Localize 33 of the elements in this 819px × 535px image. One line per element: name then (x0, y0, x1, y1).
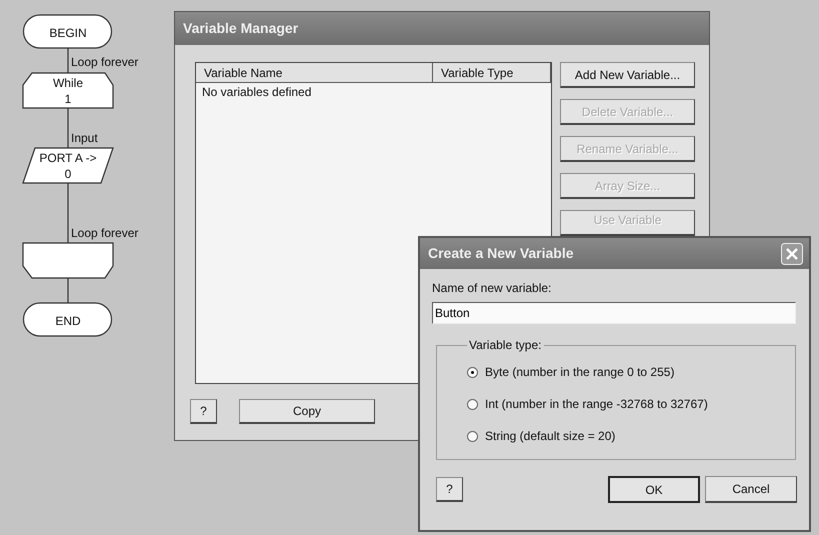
close-icon[interactable] (781, 242, 803, 264)
node-text: 0 (64, 167, 72, 181)
connector-label: Input (71, 131, 98, 145)
field-label: Name of new variable: (432, 281, 552, 295)
flowchart-node[interactable] (22, 14, 112, 49)
name-input-field[interactable]: Button (432, 302, 796, 324)
option-label[interactable]: Int (number in the range -32768 to 32767) (485, 397, 708, 411)
connector-label: Loop forever (71, 55, 138, 69)
radio-button[interactable] (467, 430, 478, 442)
node-text: END (55, 314, 81, 328)
dialog-button[interactable]: ? (436, 477, 463, 502)
empty-message: No variables defined (201, 84, 312, 101)
flowchart-node[interactable] (22, 242, 114, 279)
flowchart-node[interactable] (22, 147, 114, 184)
radio-button[interactable] (467, 366, 478, 378)
radio-button[interactable] (467, 398, 478, 410)
group-label: Variable type: (468, 338, 542, 352)
column-header[interactable]: Variable Name (196, 63, 433, 83)
dialog-button[interactable]: Copy (239, 399, 375, 424)
dialog-button[interactable]: Cancel (705, 476, 797, 503)
node-text: PORT A -> (39, 151, 97, 165)
node-text: While (53, 76, 83, 90)
dialog-button[interactable]: OK (608, 476, 700, 503)
node-text: 1 (64, 92, 72, 106)
column-header[interactable]: Variable Type (433, 63, 551, 83)
flowchart-node[interactable] (22, 302, 112, 337)
side-button[interactable]: Add New Variable... (560, 62, 695, 88)
window-title: Variable Manager (175, 12, 709, 45)
flowchart-node[interactable] (22, 72, 114, 109)
dialog-button[interactable]: ? (190, 399, 217, 424)
node-text: BEGIN (49, 26, 87, 40)
connector-label: Loop forever (71, 226, 138, 240)
option-label[interactable]: String (default size = 20) (485, 429, 616, 443)
